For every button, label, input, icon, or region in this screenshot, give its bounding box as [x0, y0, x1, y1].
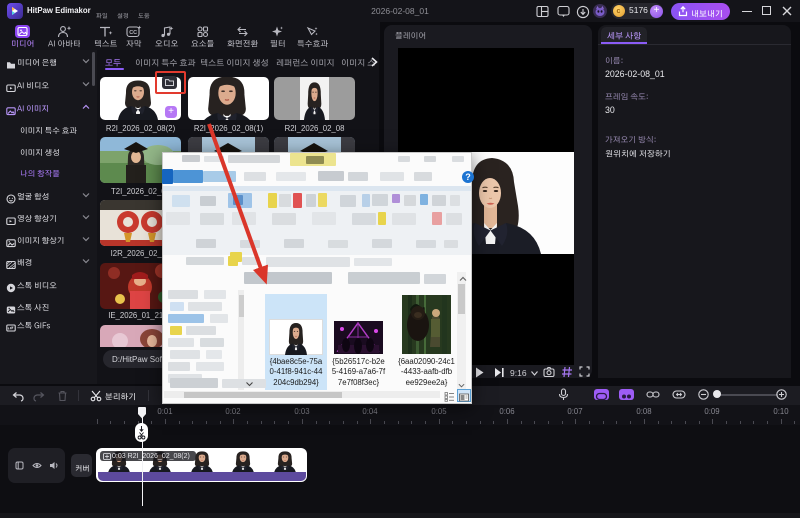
svg-text:CC: CC [129, 30, 137, 36]
